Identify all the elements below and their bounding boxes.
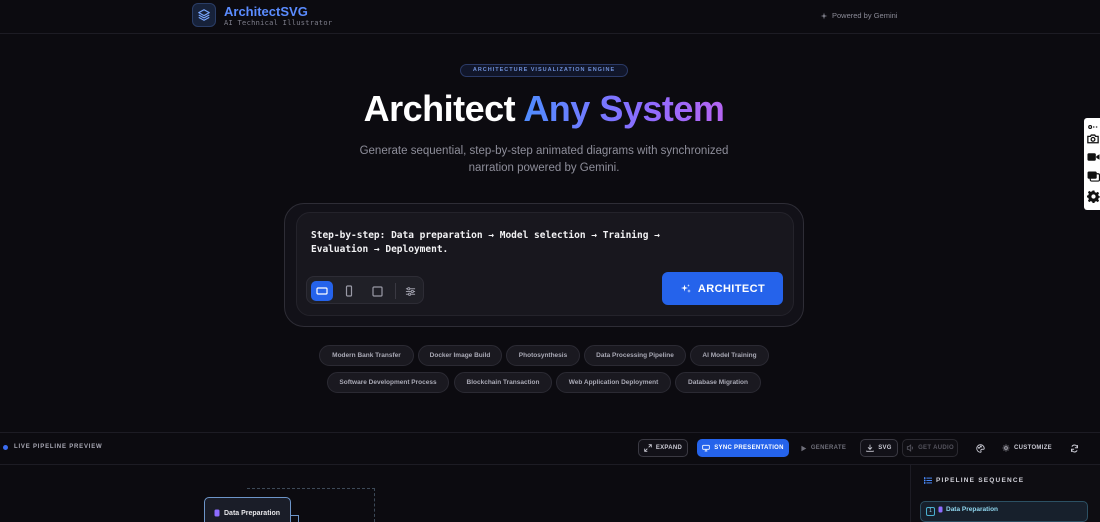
theme-button[interactable] xyxy=(971,439,989,457)
link-icon xyxy=(1088,125,1098,129)
logo[interactable] xyxy=(192,3,216,27)
prompt-input[interactable]: Step-by-step: Data preparation → Model s… xyxy=(311,229,701,257)
settings-sliders-button[interactable] xyxy=(399,281,421,301)
example-chip[interactable]: AI Model Training xyxy=(690,345,769,366)
hero-title: Architect Any System xyxy=(0,88,1088,130)
database-icon xyxy=(938,506,943,513)
hero-subtitle: Generate sequential, step-by-step animat… xyxy=(344,143,744,177)
architect-button[interactable]: ARCHITECT xyxy=(662,272,783,305)
magic-sparkle-icon xyxy=(680,283,691,293)
camera-icon xyxy=(1087,133,1099,143)
live-indicator xyxy=(3,445,8,450)
chat-icon xyxy=(1087,170,1100,182)
connector-line xyxy=(247,488,375,489)
diagram-node-label: Data Preparation xyxy=(224,510,281,517)
architect-button-label: ARCHITECT xyxy=(697,282,766,295)
download-icon xyxy=(866,444,874,452)
example-chip[interactable]: Database Migration xyxy=(675,372,761,393)
portrait-icon xyxy=(345,285,353,297)
landscape-icon xyxy=(316,287,328,295)
powered-by: Powered by Gemini xyxy=(820,11,897,20)
sequence-item-label: Data Preparation xyxy=(946,506,999,513)
list-icon xyxy=(924,477,932,484)
aspect-ratio-toolbar xyxy=(306,276,424,304)
example-chip[interactable]: Docker Image Build xyxy=(418,345,502,366)
get-audio-label: GET AUDIO xyxy=(918,445,954,451)
hero-subtitle-line1: Generate sequential, step-by-step animat… xyxy=(359,145,729,157)
hero-title-plain: Architect xyxy=(363,88,524,129)
generate-button[interactable]: GENERATE xyxy=(797,439,849,457)
gear-icon xyxy=(1086,189,1100,203)
example-chip[interactable]: Software Development Process xyxy=(327,372,449,393)
live-preview-label: LIVE PIPELINE PREVIEW xyxy=(14,444,103,450)
svg-label: SVG xyxy=(878,445,892,451)
powered-by-label: Powered by Gemini xyxy=(832,11,898,20)
example-chip[interactable]: Web Application Deployment xyxy=(556,372,671,393)
connector-line xyxy=(374,488,375,522)
monitor-icon xyxy=(702,444,710,452)
chat-button[interactable] xyxy=(1086,169,1100,183)
brand-name: ArchitectSVG xyxy=(224,4,308,19)
example-chip[interactable]: Data Processing Pipeline xyxy=(584,345,686,366)
connector-line xyxy=(291,515,299,522)
palette-icon xyxy=(975,443,985,453)
customize-label: CUSTOMIZE xyxy=(1014,445,1052,451)
portrait-button[interactable] xyxy=(338,281,360,301)
svg-download-button[interactable]: SVG xyxy=(860,439,898,457)
camera-button[interactable] xyxy=(1086,131,1100,145)
example-chip[interactable]: Photosynthesis xyxy=(506,345,580,366)
hero-subtitle-line2: narration powered by Gemini. xyxy=(468,162,620,174)
square-button[interactable] xyxy=(366,281,388,301)
layers-icon xyxy=(198,9,210,21)
panel-divider xyxy=(0,432,1100,433)
play-icon xyxy=(801,445,807,451)
top-bar: ArchitectSVG AI Technical Illustrator Po… xyxy=(0,0,1100,34)
example-chip[interactable]: Blockchain Transaction xyxy=(454,372,552,393)
expand-label: EXPAND xyxy=(655,445,683,451)
sparkle-icon xyxy=(820,12,828,19)
toolbar-divider xyxy=(395,283,396,299)
refresh-icon xyxy=(1070,444,1078,452)
database-icon xyxy=(214,509,220,517)
refresh-button[interactable] xyxy=(1066,439,1082,457)
engine-badge: ARCHITECTURE VISUALIZATION ENGINE xyxy=(460,64,628,77)
example-chip[interactable]: Modern Bank Transfer xyxy=(319,345,414,366)
sequence-item-number: 1 xyxy=(926,507,935,516)
video-camera-icon xyxy=(1086,153,1100,161)
get-audio-button[interactable]: GET AUDIO xyxy=(902,439,958,457)
expand-button[interactable]: EXPAND xyxy=(638,439,688,457)
pipeline-sequence-title: PIPELINE SEQUENCE xyxy=(936,477,1025,484)
sync-presentation-label: SYNC PRESENTATION xyxy=(714,445,784,451)
video-button[interactable] xyxy=(1086,150,1100,164)
sync-presentation-button[interactable]: SYNC PRESENTATION xyxy=(697,439,789,457)
generate-label: GENERATE xyxy=(810,445,847,451)
brand-subtitle: AI Technical Illustrator xyxy=(224,19,333,27)
hero-title-gradient: Any System xyxy=(523,88,725,129)
sliders-icon xyxy=(405,286,415,296)
landscape-button[interactable] xyxy=(311,281,333,301)
settings-button[interactable] xyxy=(1086,189,1100,203)
customize-button[interactable]: CUSTOMIZE xyxy=(999,439,1055,457)
square-icon xyxy=(371,285,383,297)
audio-icon xyxy=(906,444,914,452)
expand-icon xyxy=(644,444,652,452)
gear-icon xyxy=(1002,444,1010,452)
